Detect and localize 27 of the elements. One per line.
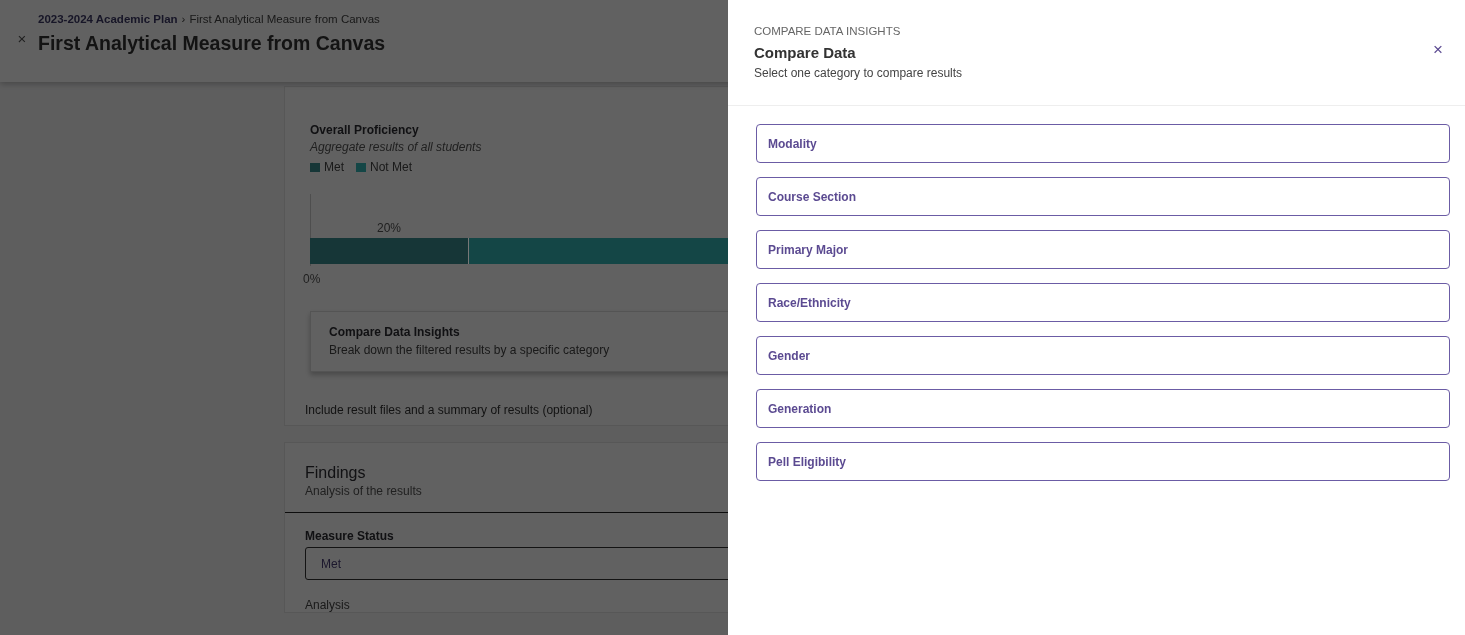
section-title: Overall Proficiency xyxy=(310,123,419,137)
category-button[interactable]: Pell Eligibility xyxy=(756,442,1450,481)
legend-label: Met xyxy=(324,160,344,174)
section-title: Findings xyxy=(305,464,366,482)
category-button[interactable]: Course Section xyxy=(756,177,1450,216)
breadcrumb-current: First Analytical Measure from Canvas xyxy=(189,13,380,25)
drawer-eyebrow: COMPARE DATA INSIGHTS xyxy=(754,25,901,37)
files-note: Include result files and a summary of results (optional) xyxy=(305,403,593,417)
section-subtitle: Aggregate results of all students xyxy=(310,140,482,154)
category-button[interactable]: Gender xyxy=(756,336,1450,375)
drawer-title: Compare Data xyxy=(754,44,856,61)
page-title: First Analytical Measure from Canvas xyxy=(38,32,386,55)
close-button[interactable]: × xyxy=(1433,41,1443,58)
category-button[interactable]: Primary Major xyxy=(756,230,1450,269)
drawer-subtitle: Select one category to compare results xyxy=(754,66,963,80)
category-button[interactable]: Race/Ethnicity xyxy=(756,283,1450,322)
category-button[interactable]: Modality xyxy=(756,124,1450,163)
card-title: Compare Data Insights xyxy=(329,325,460,339)
card-description: Break down the filtered results by a specific category xyxy=(329,343,610,357)
legend-label: Not Met xyxy=(370,160,413,174)
category-button[interactable]: Generation xyxy=(756,389,1450,428)
field-label: Analysis xyxy=(305,598,350,612)
breadcrumb-separator: › xyxy=(181,13,186,25)
axis-label: 0% xyxy=(303,272,321,286)
field-label: Measure Status xyxy=(305,529,394,543)
section-subtitle: Analysis of the results xyxy=(305,484,422,498)
bar-label: 20% xyxy=(377,221,401,235)
